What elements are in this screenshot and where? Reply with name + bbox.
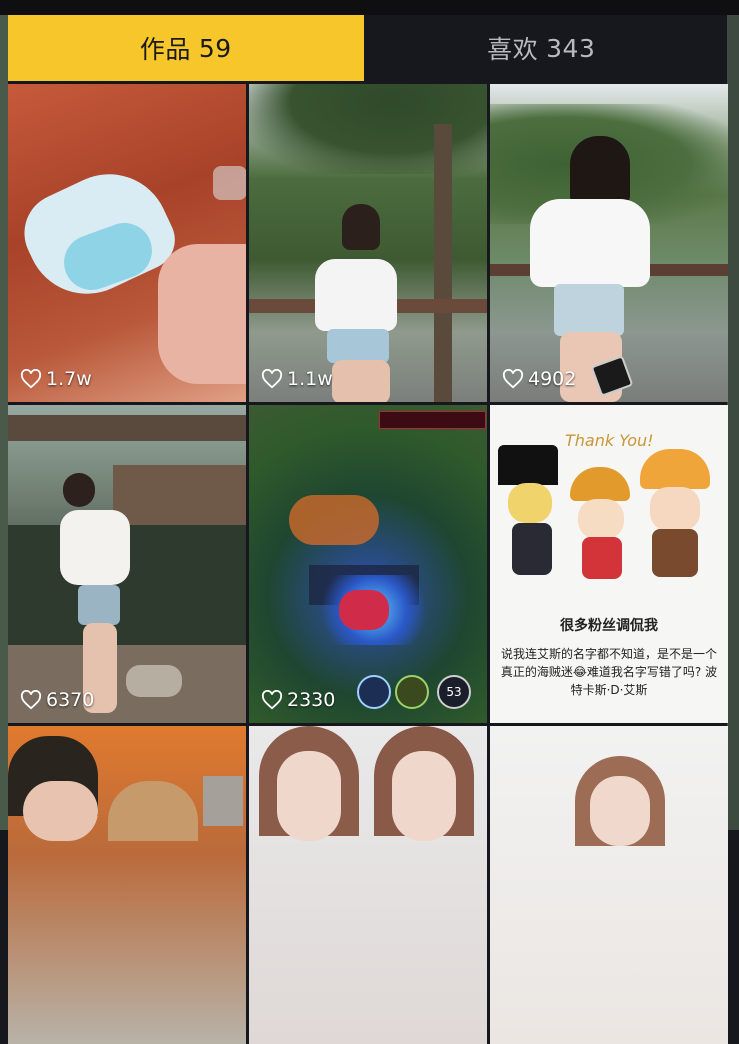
heart-outline-icon	[20, 369, 42, 389]
straw-hat-shape	[570, 467, 630, 501]
cat-shape	[108, 781, 198, 841]
art-caption-line2: 说我连艾斯的名字都不知道，是不是一个真正的海贼迷😂难道我名字写错了吗? 波特卡斯…	[500, 647, 718, 697]
person-face	[392, 751, 456, 841]
video-thumbnail[interactable]: 1.1w	[249, 84, 487, 402]
person-face	[277, 751, 341, 841]
person-face	[590, 776, 650, 846]
video-thumbnail[interactable]	[8, 726, 246, 1044]
like-count-text: 6370	[46, 689, 95, 711]
overlay-badge	[213, 166, 246, 200]
game-skill-icon	[357, 675, 391, 709]
rock	[126, 665, 182, 697]
tab-likes-count: 343	[546, 33, 596, 63]
tab-works-count: 59	[198, 33, 232, 63]
character-sabo-head	[508, 483, 552, 523]
heart-outline-icon	[261, 690, 283, 710]
tab-likes[interactable]: 喜欢 343	[363, 15, 719, 81]
game-hero	[339, 590, 389, 630]
heart-outline-icon	[261, 369, 283, 389]
tab-works[interactable]: 作品 59	[8, 15, 364, 81]
person-shorts	[327, 329, 389, 363]
tab-likes-label: 喜欢	[487, 35, 539, 64]
leg-shape	[158, 244, 246, 384]
like-count-text: 1.1w	[287, 368, 333, 390]
right-edge-strip	[727, 15, 739, 830]
profile-tab-bar: 作品 59 喜欢 343	[8, 15, 719, 81]
video-thumbnail[interactable]	[249, 726, 487, 1044]
like-count-text: 2330	[287, 689, 336, 711]
person-legs	[332, 360, 390, 402]
status-bar-strip	[0, 0, 739, 15]
video-thumbnail[interactable]: 53 2330	[249, 405, 487, 723]
character-body	[512, 523, 552, 575]
character-luffy-head	[578, 499, 624, 539]
video-thumbnail[interactable]	[490, 726, 728, 1044]
person-shorts	[554, 284, 624, 336]
character-ace-head	[650, 487, 700, 531]
person-hair	[342, 204, 380, 250]
character-body	[652, 529, 698, 577]
background-object	[203, 776, 243, 826]
video-grid: 1.7w 1.1w 4902 6370 53 2330 Thank You! 很…	[8, 84, 728, 1044]
art-caption-line1: 很多粉丝调侃我	[560, 618, 658, 634]
person-hair	[570, 136, 630, 206]
top-hat-shape	[498, 445, 558, 485]
video-thumbnail[interactable]: Thank You! 很多粉丝调侃我 说我连艾斯的名字都不知道，是不是一个真正的…	[490, 405, 728, 723]
person-shirt	[315, 259, 397, 331]
orange-hat-shape	[640, 449, 710, 489]
like-count-text: 1.7w	[46, 368, 92, 390]
person-blouse	[530, 199, 650, 287]
like-count: 2330	[261, 689, 335, 711]
bridge	[8, 415, 246, 441]
game-hero-cluster	[289, 495, 379, 545]
person-shirt	[60, 510, 130, 585]
art-caption: 很多粉丝调侃我 说我连艾斯的名字都不知道，是不是一个真正的海贼迷😂难道我名字写错…	[500, 615, 718, 699]
like-count: 1.7w	[20, 368, 92, 390]
character-body	[582, 537, 622, 579]
like-count: 6370	[20, 689, 94, 711]
like-count: 4902	[502, 368, 576, 390]
person-face	[23, 781, 98, 841]
video-thumbnail[interactable]: 4902	[490, 84, 728, 402]
tree-trunk	[434, 124, 452, 402]
person-hair	[63, 473, 95, 507]
person-shorts	[78, 585, 120, 625]
like-count: 1.1w	[261, 368, 333, 390]
video-thumbnail[interactable]: 6370	[8, 405, 246, 723]
art-title: Thank You!	[565, 431, 654, 450]
heart-outline-icon	[20, 690, 42, 710]
game-item-icon	[395, 675, 429, 709]
game-hp-bar	[379, 411, 486, 429]
game-level-badge: 53	[437, 675, 471, 709]
wooden-deck	[113, 465, 246, 525]
left-edge-strip	[0, 15, 8, 830]
video-thumbnail[interactable]: 1.7w	[8, 84, 246, 402]
like-count-text: 4902	[528, 368, 577, 390]
tab-works-label: 作品	[139, 35, 191, 64]
heart-outline-icon	[502, 369, 524, 389]
